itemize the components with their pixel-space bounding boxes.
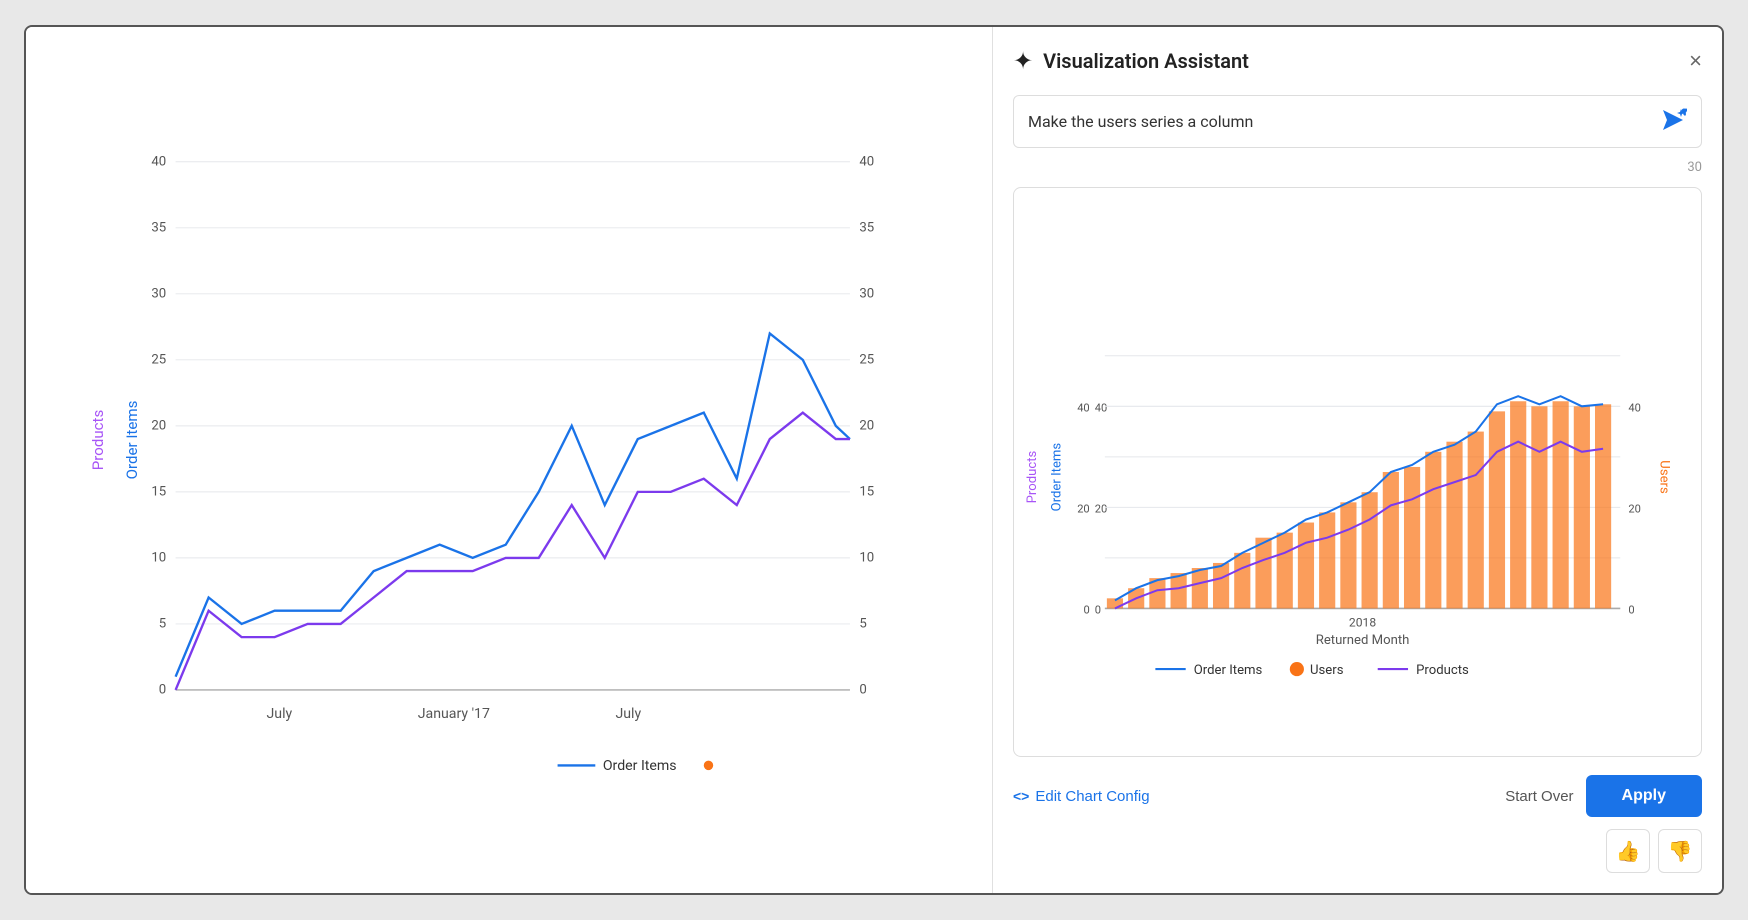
svg-text:40: 40 [1628,401,1641,414]
svg-text:0: 0 [159,683,166,698]
svg-text:40: 40 [859,155,874,170]
edit-chart-config-button[interactable]: <> Edit Chart Config [1013,788,1150,805]
svg-text:Order Items: Order Items [1194,663,1263,678]
panel-header: ✦ Visualization Assistant × [1013,47,1702,83]
panel-footer: <> Edit Chart Config Start Over Apply [1013,769,1702,817]
thumbs-up-icon: 👍 [1616,839,1641,864]
svg-text:20: 20 [1077,502,1090,515]
preview-order-items-line [1115,396,1603,600]
visualization-assistant-panel: ✦ Visualization Assistant × Make the use… [992,27,1722,893]
thumbs-up-button[interactable]: 👍 [1606,829,1650,873]
order-items-line [176,333,850,676]
svg-text:35: 35 [151,221,166,236]
code-icon: <> [1013,788,1029,804]
svg-text:5: 5 [159,617,166,632]
preview-y-users: Users [1657,460,1672,494]
send-button[interactable] [1659,106,1687,137]
svg-text:15: 15 [859,485,874,500]
thumbs-down-button[interactable]: 👎 [1658,829,1702,873]
preview-x-label: Returned Month [1316,633,1410,648]
svg-text:15: 15 [151,485,166,500]
left-y-axis-order-items: Order Items [123,400,141,479]
svg-text:July: July [266,706,292,722]
svg-text:20: 20 [151,419,166,434]
svg-text:0: 0 [1628,603,1634,616]
left-y-axis-products: Products [89,410,107,471]
svg-text:0: 0 [1083,603,1089,616]
edit-config-label: Edit Chart Config [1035,788,1149,805]
left-chart-svg: Products Order Items 0 5 10 15 20 25 30 … [86,47,982,833]
input-row: Make the users series a column [1013,95,1702,148]
users-bars [1107,401,1611,608]
preview-y-order-items: Order Items [1049,443,1064,512]
svg-text:40: 40 [1077,401,1090,414]
token-count: 30 [1013,160,1702,175]
preview-x-tick: 2018 [1349,616,1376,630]
thumbs-down-icon: 👎 [1668,839,1693,864]
svg-text:25: 25 [859,353,874,368]
svg-text:10: 10 [151,551,166,566]
left-chart-area: Products Order Items 0 5 10 15 20 25 30 … [26,27,992,893]
products-line [176,413,850,690]
svg-text:30: 30 [151,287,166,302]
chart-preview: Products Order Items 0 20 40 Users 0 20 … [1013,187,1702,757]
preview-products-line [1115,442,1603,609]
svg-text:35: 35 [859,221,874,236]
svg-text:40: 40 [151,155,166,170]
svg-text:Products: Products [1416,663,1469,678]
preview-y-products: Products [1025,451,1040,504]
svg-text:January '17: January '17 [418,706,490,722]
main-container: Products Order Items 0 5 10 15 20 25 30 … [24,25,1724,895]
start-over-button[interactable]: Start Over [1505,788,1573,805]
svg-text:20: 20 [859,419,874,434]
apply-button[interactable]: Apply [1586,775,1702,817]
panel-title-group: ✦ Visualization Assistant [1013,47,1249,75]
svg-text:20: 20 [1628,502,1641,515]
svg-text:Order Items: Order Items [603,758,677,774]
svg-text:0: 0 [859,683,866,698]
footer-right-actions: Start Over Apply [1505,775,1702,817]
query-input[interactable]: Make the users series a column [1028,112,1649,131]
send-icon [1659,106,1687,134]
svg-text:July: July [615,706,641,722]
wand-icon: ✦ [1013,47,1033,75]
svg-text:30: 30 [859,287,874,302]
svg-text:10: 10 [859,551,874,566]
svg-text:40: 40 [1095,401,1108,414]
svg-text:0: 0 [1095,603,1101,616]
close-button[interactable]: × [1689,50,1702,72]
svg-text:5: 5 [859,617,866,632]
preview-chart-svg: Products Order Items 0 20 40 Users 0 20 … [1024,198,1691,746]
svg-text:Users: Users [1310,663,1344,678]
panel-title: Visualization Assistant [1043,49,1249,73]
svg-text:20: 20 [1095,502,1108,515]
token-count-value: 30 [1687,160,1702,175]
feedback-row: 👍 👎 [1013,829,1702,873]
svg-text:25: 25 [151,353,166,368]
